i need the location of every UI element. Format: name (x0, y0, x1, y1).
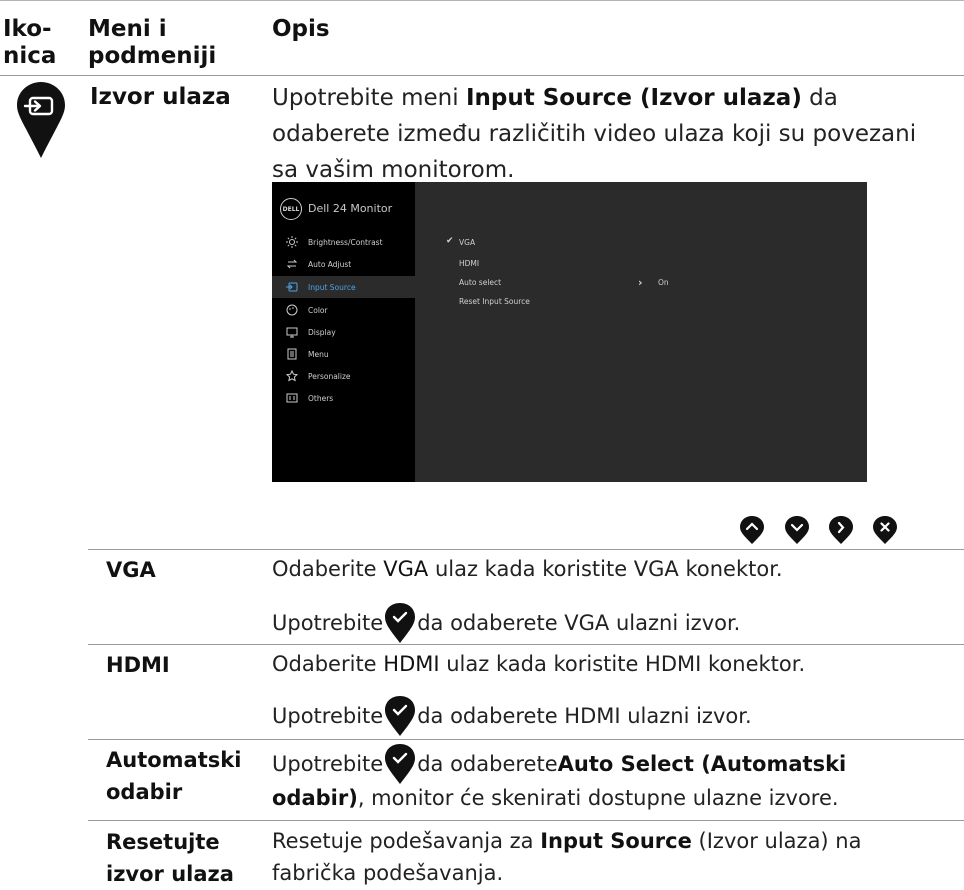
osd-option-reset[interactable]: Reset Input Source (459, 297, 530, 306)
input-source-marker-icon (17, 82, 65, 162)
menu-title: Izvor ulaza (90, 84, 231, 110)
osd-option-auto-select[interactable]: Auto select (459, 278, 501, 287)
osd-item-color[interactable]: Color (272, 299, 415, 321)
check-icon: ✔ (446, 236, 454, 246)
sub-row-desc-reset-2: fabrička podešavanja. (272, 861, 504, 885)
sub-row-desc-vga-2: Upotrebite da odaberete VGA ulazni izvor… (272, 603, 740, 643)
header-top-rule (0, 0, 964, 1)
osd-option-vga[interactable]: VGA (459, 238, 475, 247)
osd-item-input-source[interactable]: Input Source (272, 276, 415, 298)
menu-icon (287, 348, 297, 360)
sub-row-label-reset: Resetujte izvor ulaza (106, 830, 234, 886)
color-icon (286, 304, 298, 316)
osd-screenshot: DELL Dell 24 Monitor Brightness/Contrast… (272, 182, 867, 482)
auto-adjust-icon (286, 259, 298, 269)
row-rule-1 (88, 644, 964, 645)
header-menu-col: Meni i podmeniji (88, 16, 217, 69)
check-icon (385, 744, 416, 784)
sub-row-label-auto: Automatski odabir (106, 748, 242, 804)
up-nav-icon (740, 516, 764, 548)
star-icon (286, 370, 298, 382)
osd-title: Dell 24 Monitor (308, 202, 393, 215)
close-nav-icon (873, 516, 897, 548)
row-rule-3 (88, 820, 964, 821)
osd-item-auto-adjust[interactable]: Auto Adjust (272, 253, 415, 275)
sub-row-desc-hdmi-1: Odaberite HDMI ulaz kada koristite HDMI … (272, 652, 806, 676)
osd-auto-select-value: On (658, 278, 669, 287)
osd-item-others[interactable]: Others (272, 387, 415, 409)
sub-row-desc-reset-1: Resetuje podešavanja za Input Source (Iz… (272, 829, 862, 853)
osd-option-hdmi[interactable]: HDMI (459, 259, 479, 268)
osd-menu-panel: DELL Dell 24 Monitor Brightness/Contrast… (272, 182, 415, 482)
display-icon (286, 327, 298, 338)
osd-item-personalize[interactable]: Personalize (272, 365, 415, 387)
sub-row-label-hdmi: HDMI (106, 653, 170, 677)
sub-row-desc-auto-1: Upotrebite da odaberete Auto Select (Aut… (272, 744, 846, 784)
down-nav-icon (785, 516, 809, 548)
check-icon (385, 696, 416, 736)
check-icon (385, 603, 416, 643)
section-rule (88, 549, 964, 550)
others-icon (286, 393, 298, 403)
osd-item-menu[interactable]: Menu (272, 343, 415, 365)
sub-row-label-vga: VGA (106, 558, 156, 582)
dell-logo: DELL (280, 198, 302, 220)
input-source-icon (286, 282, 298, 292)
osd-item-brightness[interactable]: Brightness/Contrast (272, 231, 415, 253)
right-nav-icon (829, 516, 853, 548)
osd-item-display[interactable]: Display (272, 321, 415, 343)
row-rule-2 (88, 739, 964, 740)
chevron-right-icon: › (638, 276, 643, 289)
header-icon-col: Iko- nica (3, 16, 57, 69)
sub-row-desc-vga-1: Odaberite VGA ulaz kada koristite VGA ko… (272, 557, 783, 581)
brightness-icon (286, 236, 298, 248)
header-desc-col: Opis (272, 16, 330, 42)
sub-row-desc-auto-2: odabir), monitor će skenirati dostupne u… (272, 786, 839, 810)
sub-row-desc-hdmi-2: Upotrebite da odaberete HDMI ulazni izvo… (272, 696, 752, 736)
menu-description: Upotrebite meni Input Source (Izvor ulaz… (272, 85, 917, 183)
header-bottom-rule (0, 75, 964, 76)
